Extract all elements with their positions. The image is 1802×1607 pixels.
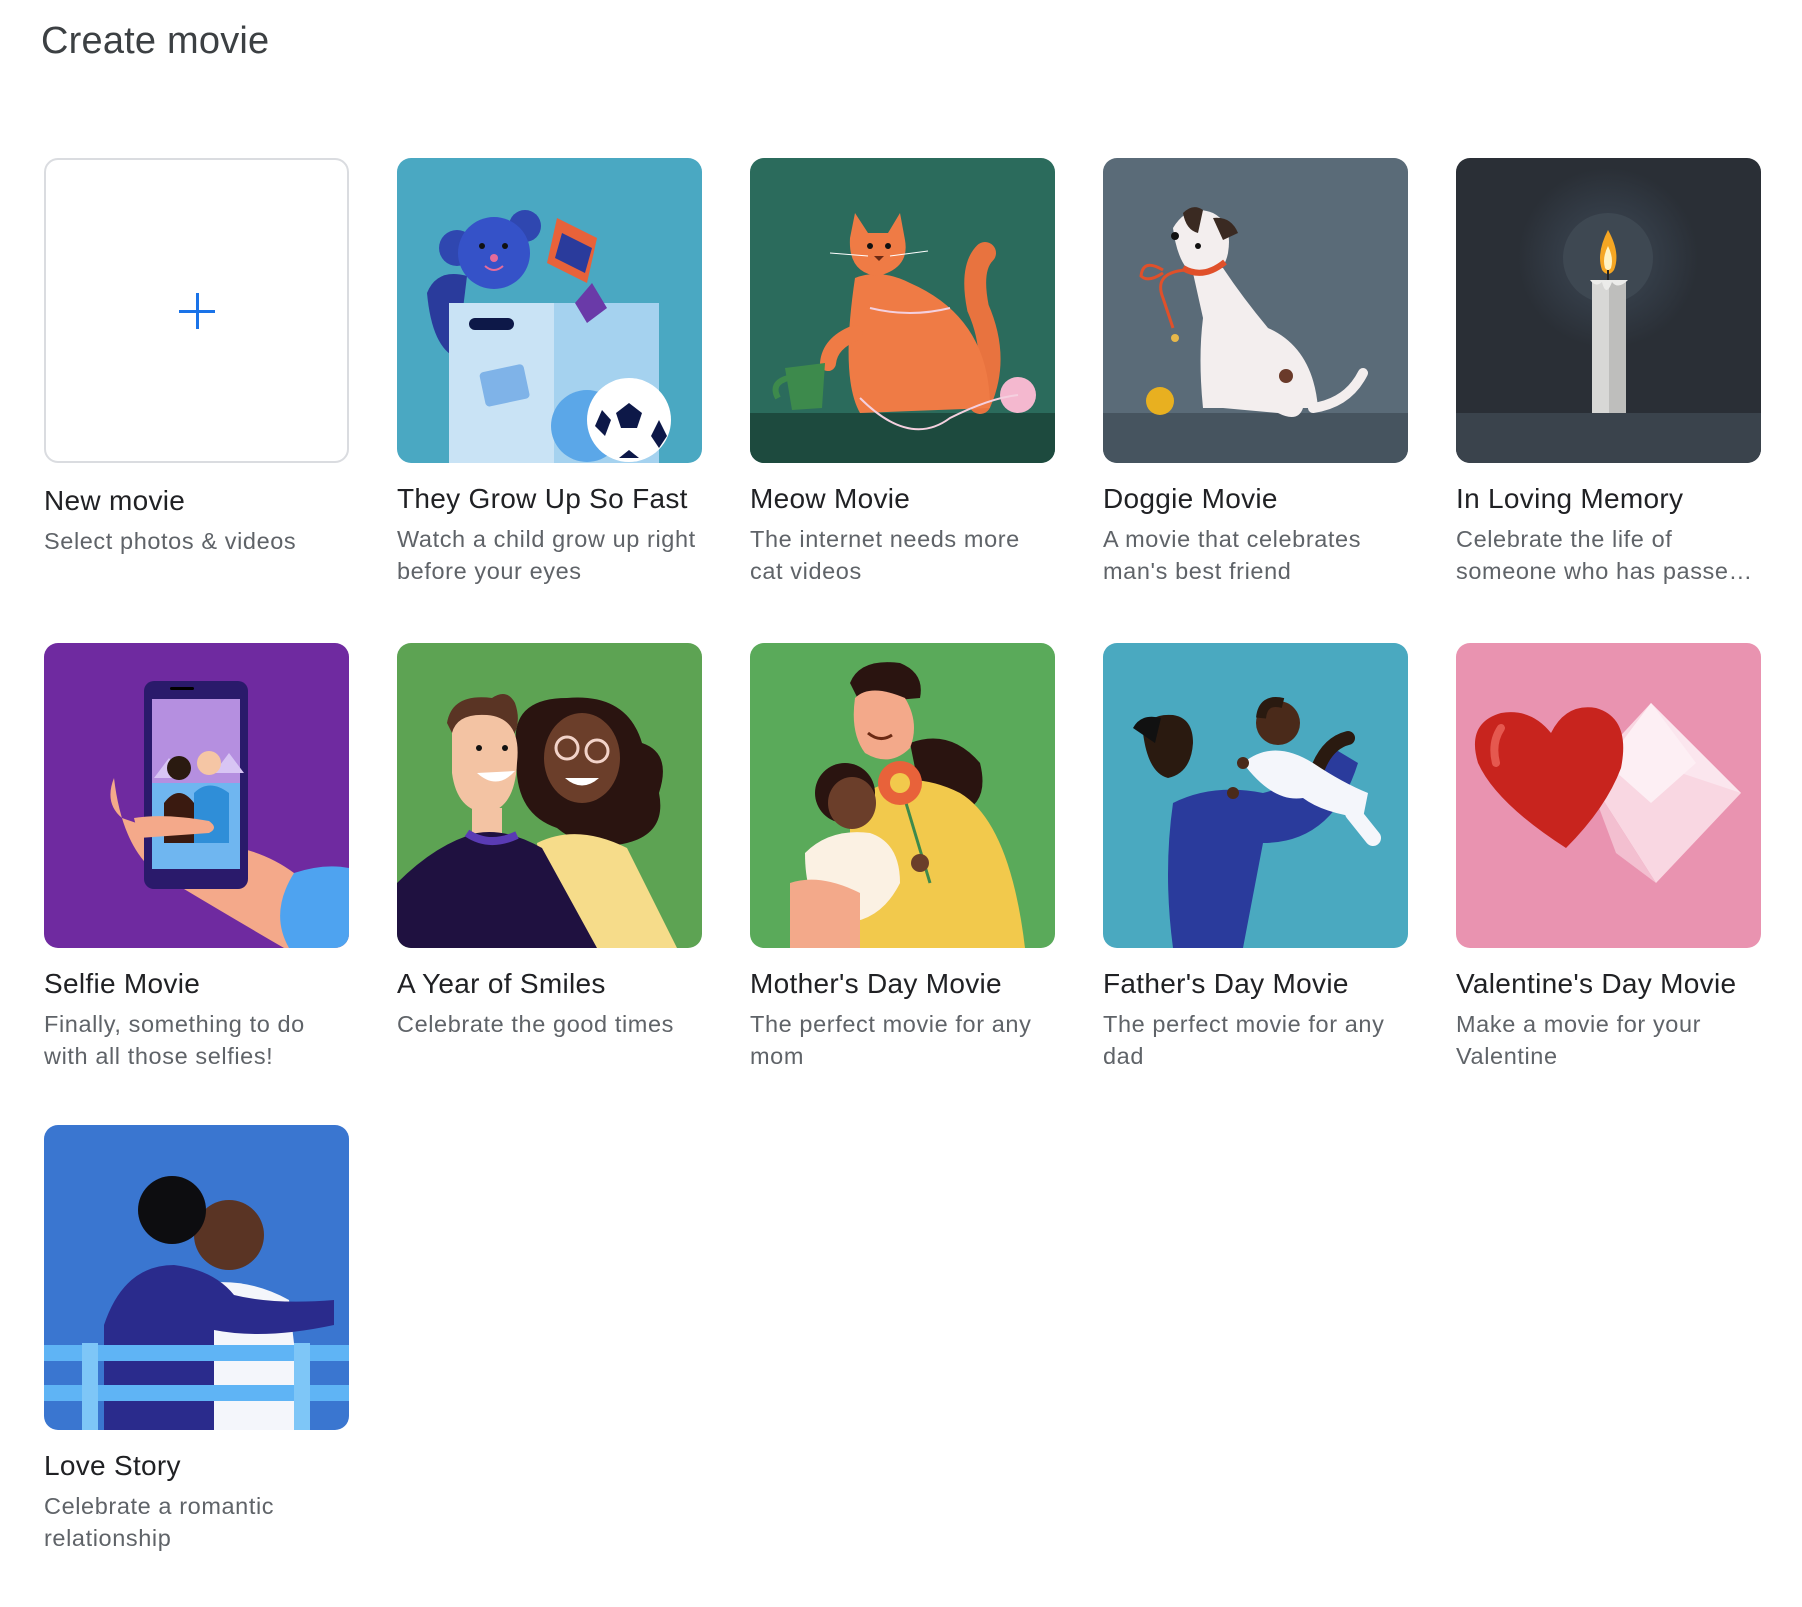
heart-envelope-illustration[interactable] xyxy=(1456,643,1761,948)
new-movie-card[interactable]: New movie Select photos & videos xyxy=(44,158,349,643)
card-description: The internet needs more cat videos xyxy=(750,526,1020,584)
plus-icon xyxy=(178,292,215,329)
card-title: Selfie Movie xyxy=(44,968,201,999)
card-description: Make a movie for your Valentine xyxy=(1456,1011,1702,1069)
card-title: A Year of Smiles xyxy=(397,968,606,999)
selfie-movie-card[interactable]: Selfie Movie Finally, something to do wi… xyxy=(44,643,349,1125)
mothers-day-movie-card[interactable]: Mother's Day Movie The perfect movie for… xyxy=(750,643,1055,1125)
card-description: Celebrate the life of someone who has pa… xyxy=(1456,526,1743,584)
card-title: They Grow Up So Fast xyxy=(397,483,688,514)
card-title: New movie xyxy=(44,485,186,516)
card-description: Celebrate the good times xyxy=(397,1011,674,1037)
in-loving-memory-card[interactable]: In Loving Memory Celebrate the life of s… xyxy=(1456,158,1761,643)
page-title: Create movie xyxy=(41,20,270,62)
new-movie-thumbnail[interactable] xyxy=(44,158,349,463)
movie-template-grid: New movie Select photos & videos They Gr… xyxy=(44,158,1764,1607)
card-description: The perfect movie for any dad xyxy=(1103,1011,1385,1069)
card-title: Valentine's Day Movie xyxy=(1456,968,1737,999)
smiling-couple-illustration[interactable] xyxy=(397,643,702,948)
dog-illustration[interactable] xyxy=(1103,158,1408,463)
father-baby-illustration[interactable] xyxy=(1103,643,1408,948)
a-year-of-smiles-card[interactable]: A Year of Smiles Celebrate the good time… xyxy=(397,643,702,1125)
valentines-day-movie-card[interactable]: Valentine's Day Movie Make a movie for y… xyxy=(1456,643,1761,1125)
card-description: A movie that celebrates man's best frien… xyxy=(1103,526,1362,584)
card-title: Love Story xyxy=(44,1450,181,1481)
meow-movie-card[interactable]: Meow Movie The internet needs more cat v… xyxy=(750,158,1055,643)
card-title: Mother's Day Movie xyxy=(750,968,1002,999)
card-description: Watch a child grow up right before your … xyxy=(397,526,696,584)
mother-child-illustration[interactable] xyxy=(750,643,1055,948)
doggie-movie-card[interactable]: Doggie Movie A movie that celebrates man… xyxy=(1103,158,1408,643)
candle-illustration[interactable] xyxy=(1456,158,1761,463)
card-title: In Loving Memory xyxy=(1456,483,1684,514)
card-title: Father's Day Movie xyxy=(1103,968,1349,999)
card-title: Doggie Movie xyxy=(1103,483,1278,514)
love-story-card[interactable]: Love Story Celebrate a romantic relation… xyxy=(44,1125,349,1607)
fathers-day-movie-card[interactable]: Father's Day Movie The perfect movie for… xyxy=(1103,643,1408,1125)
couple-bench-illustration[interactable] xyxy=(44,1125,349,1430)
card-description: The perfect movie for any mom xyxy=(750,1011,1032,1069)
card-description: Select photos & videos xyxy=(44,528,297,554)
selfie-phone-illustration[interactable] xyxy=(44,643,349,948)
card-title: Meow Movie xyxy=(750,483,911,514)
toy-box-illustration[interactable] xyxy=(397,158,702,463)
cat-illustration[interactable] xyxy=(750,158,1055,463)
card-description: Celebrate a romantic relationship xyxy=(44,1493,275,1551)
they-grow-up-so-fast-card[interactable]: They Grow Up So Fast Watch a child grow … xyxy=(397,158,702,643)
card-description: Finally, something to do with all those … xyxy=(44,1011,305,1069)
